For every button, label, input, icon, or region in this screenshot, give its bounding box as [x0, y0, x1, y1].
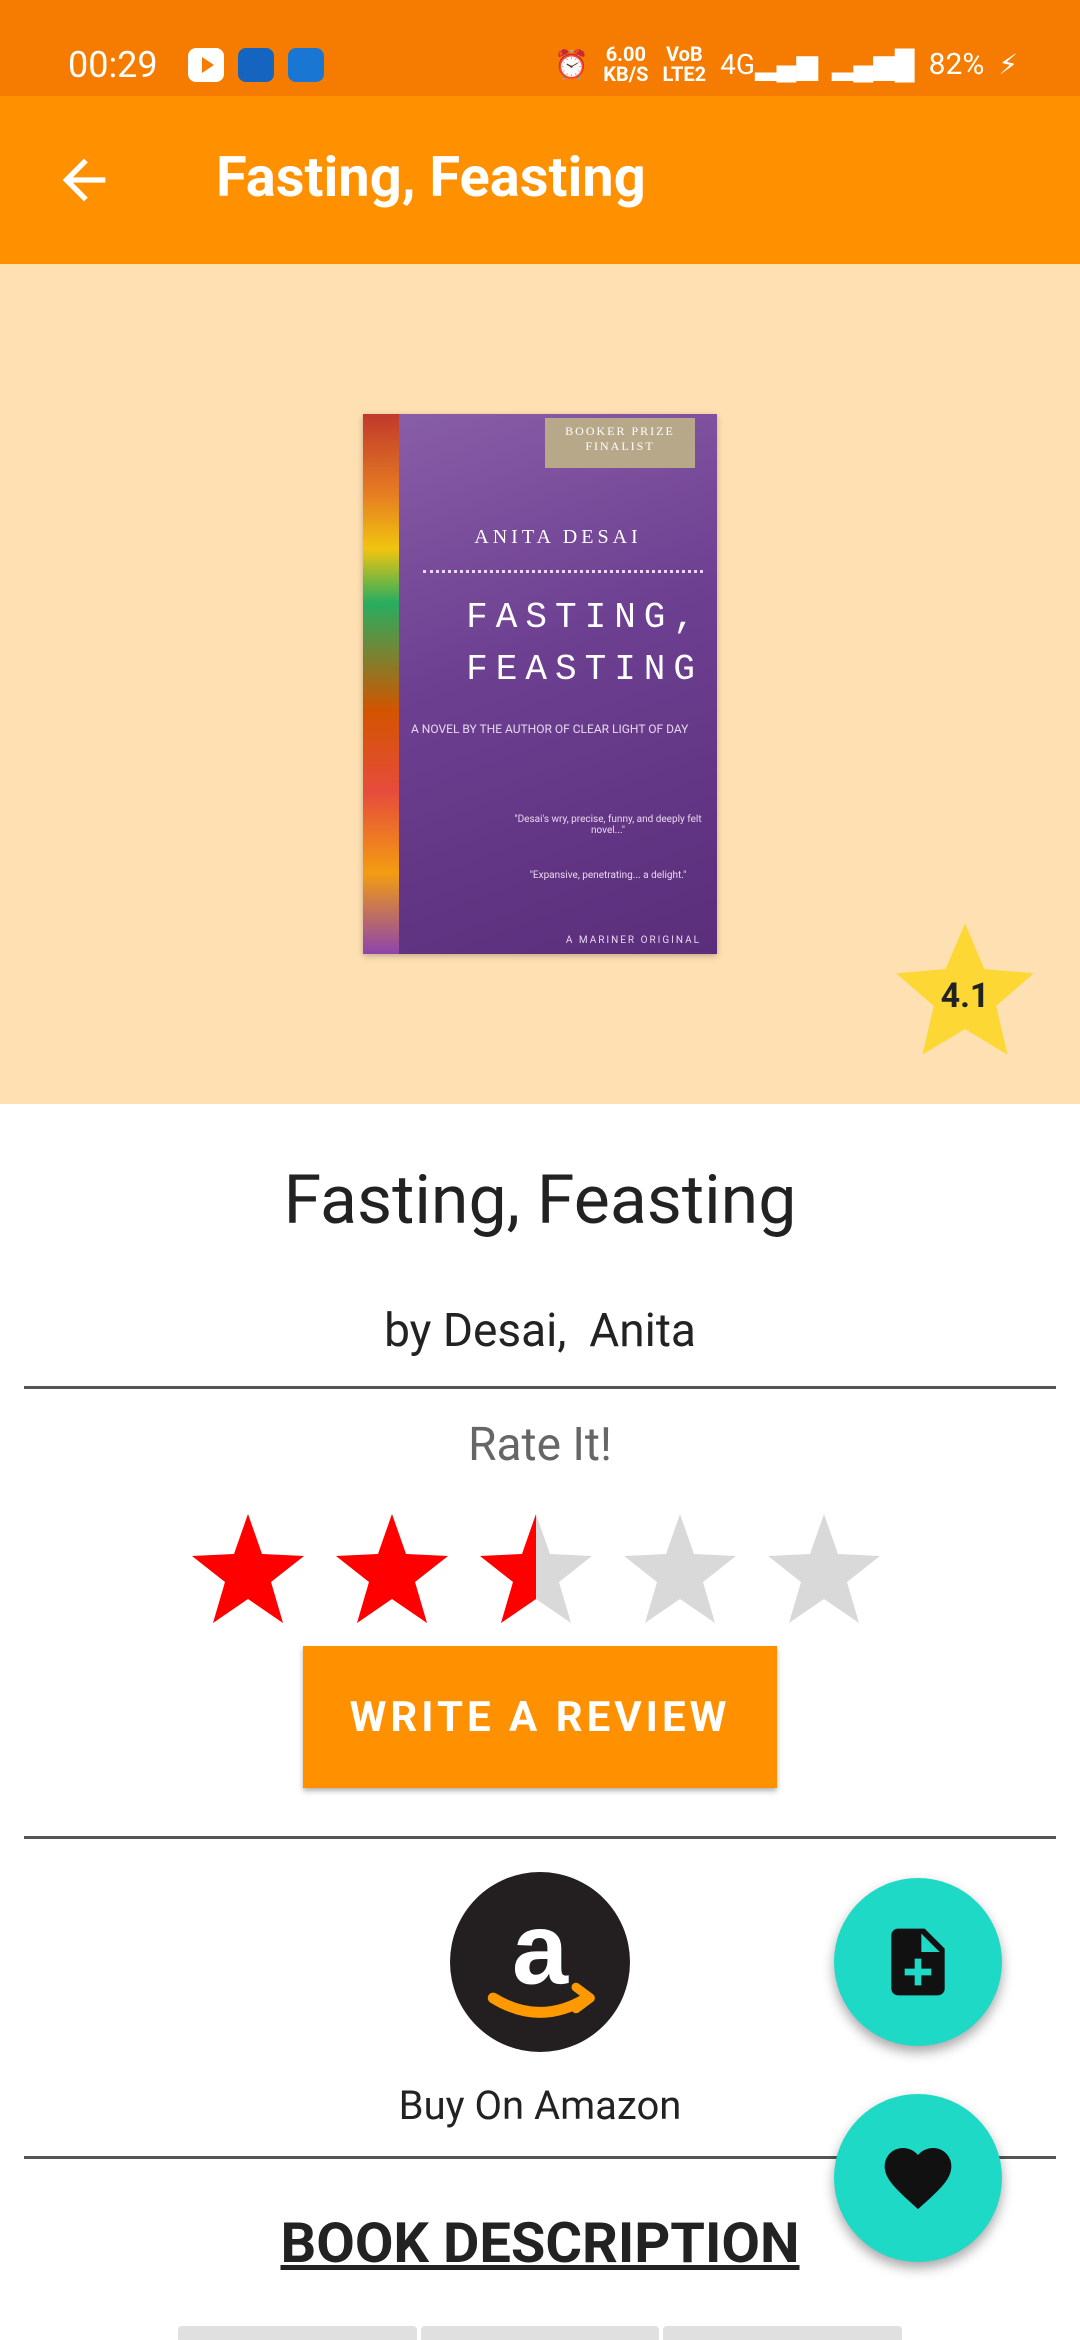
book-author: by Desai, Anita: [384, 1304, 696, 1358]
arrow-back-icon[interactable]: [52, 148, 116, 212]
speed-unit: KB/S: [603, 62, 649, 86]
description-tabs: [178, 2326, 903, 2340]
cover-title-line1: FASTING,: [466, 597, 703, 638]
svg-text:a: a: [512, 1894, 569, 2006]
description-tab[interactable]: [178, 2326, 417, 2340]
note-add-icon: [891, 1928, 945, 1996]
volte-indicator: VoB LTE2: [662, 44, 706, 84]
cover-blurb: "Desai's wry, precise, funny, and deeply…: [514, 814, 702, 836]
description-tab[interactable]: [420, 2326, 660, 2340]
rating-star-1[interactable]: [192, 1514, 304, 1623]
amazon-logo-icon[interactable]: a: [450, 1872, 630, 2052]
favorite-fab[interactable]: [834, 2094, 1002, 2262]
notification-icons: [188, 48, 324, 82]
signal-icon: ▂▄▆█: [831, 47, 915, 81]
status-bar: 00:29 ⏰ 6.00 KB/S VoB LTE2 4G▂▄▆ ▂▄▆█ 82…: [0, 0, 1080, 96]
divider: [24, 1836, 1056, 1839]
cover-author: ANITA DESAI: [474, 526, 642, 548]
cover-badge: BOOKER PRIZE FINALIST: [545, 418, 695, 468]
page-title: Fasting, Feasting: [216, 144, 646, 210]
alarm-icon: ⏰: [554, 47, 590, 81]
book-hero: BOOKER PRIZE FINALIST ANITA DESAI FASTIN…: [0, 264, 1080, 1104]
divider: [24, 1386, 1056, 1389]
cover-divider: [423, 570, 703, 573]
book-title: Fasting, Feasting: [283, 1160, 797, 1240]
cover-subtitle: A NOVEL BY THE AUTHOR OF CLEAR LIGHT OF …: [411, 722, 689, 736]
description-tab[interactable]: [663, 2326, 903, 2340]
android-icon: [238, 48, 274, 82]
usb-icon: [288, 48, 324, 82]
cover-title: FASTING, FEASTING: [399, 592, 717, 696]
rating-star-3[interactable]: [480, 1514, 592, 1623]
heart-icon: [884, 2148, 952, 2210]
cover-blurb: "Expansive, penetrating... a delight.": [529, 870, 687, 881]
cover-title-line2: FEASTING: [466, 649, 703, 690]
status-time: 00:29: [68, 44, 158, 86]
status-indicators: ⏰ 6.00 KB/S VoB LTE2 4G▂▄▆ ▂▄▆█ 82% ⚡: [554, 44, 1018, 84]
rating-star-4[interactable]: [624, 1514, 736, 1623]
rating-star-5[interactable]: [768, 1514, 880, 1623]
cover-strip: [363, 414, 399, 954]
app-bar: Fasting, Feasting: [0, 96, 1080, 264]
rating-bar[interactable]: [188, 1510, 900, 1630]
add-note-fab[interactable]: [834, 1878, 1002, 2046]
lte-label: LTE2: [662, 62, 707, 86]
average-rating: 4.1: [940, 976, 990, 1016]
cover-publisher: A MARINER ORIGINAL: [565, 935, 701, 946]
battery-level: 82%: [928, 46, 985, 82]
charging-icon: ⚡: [998, 47, 1018, 81]
youtube-icon: [188, 48, 224, 82]
network-label: 4G: [720, 47, 755, 81]
rate-it-label: Rate It!: [468, 1418, 612, 1472]
write-review-button[interactable]: WRITE A REVIEW: [303, 1646, 777, 1788]
book-cover-image[interactable]: BOOKER PRIZE FINALIST ANITA DESAI FASTIN…: [363, 414, 717, 954]
network-speed: 6.00 KB/S: [603, 44, 648, 84]
network-type: 4G▂▄▆: [720, 47, 818, 81]
rating-star-2[interactable]: [336, 1514, 448, 1623]
